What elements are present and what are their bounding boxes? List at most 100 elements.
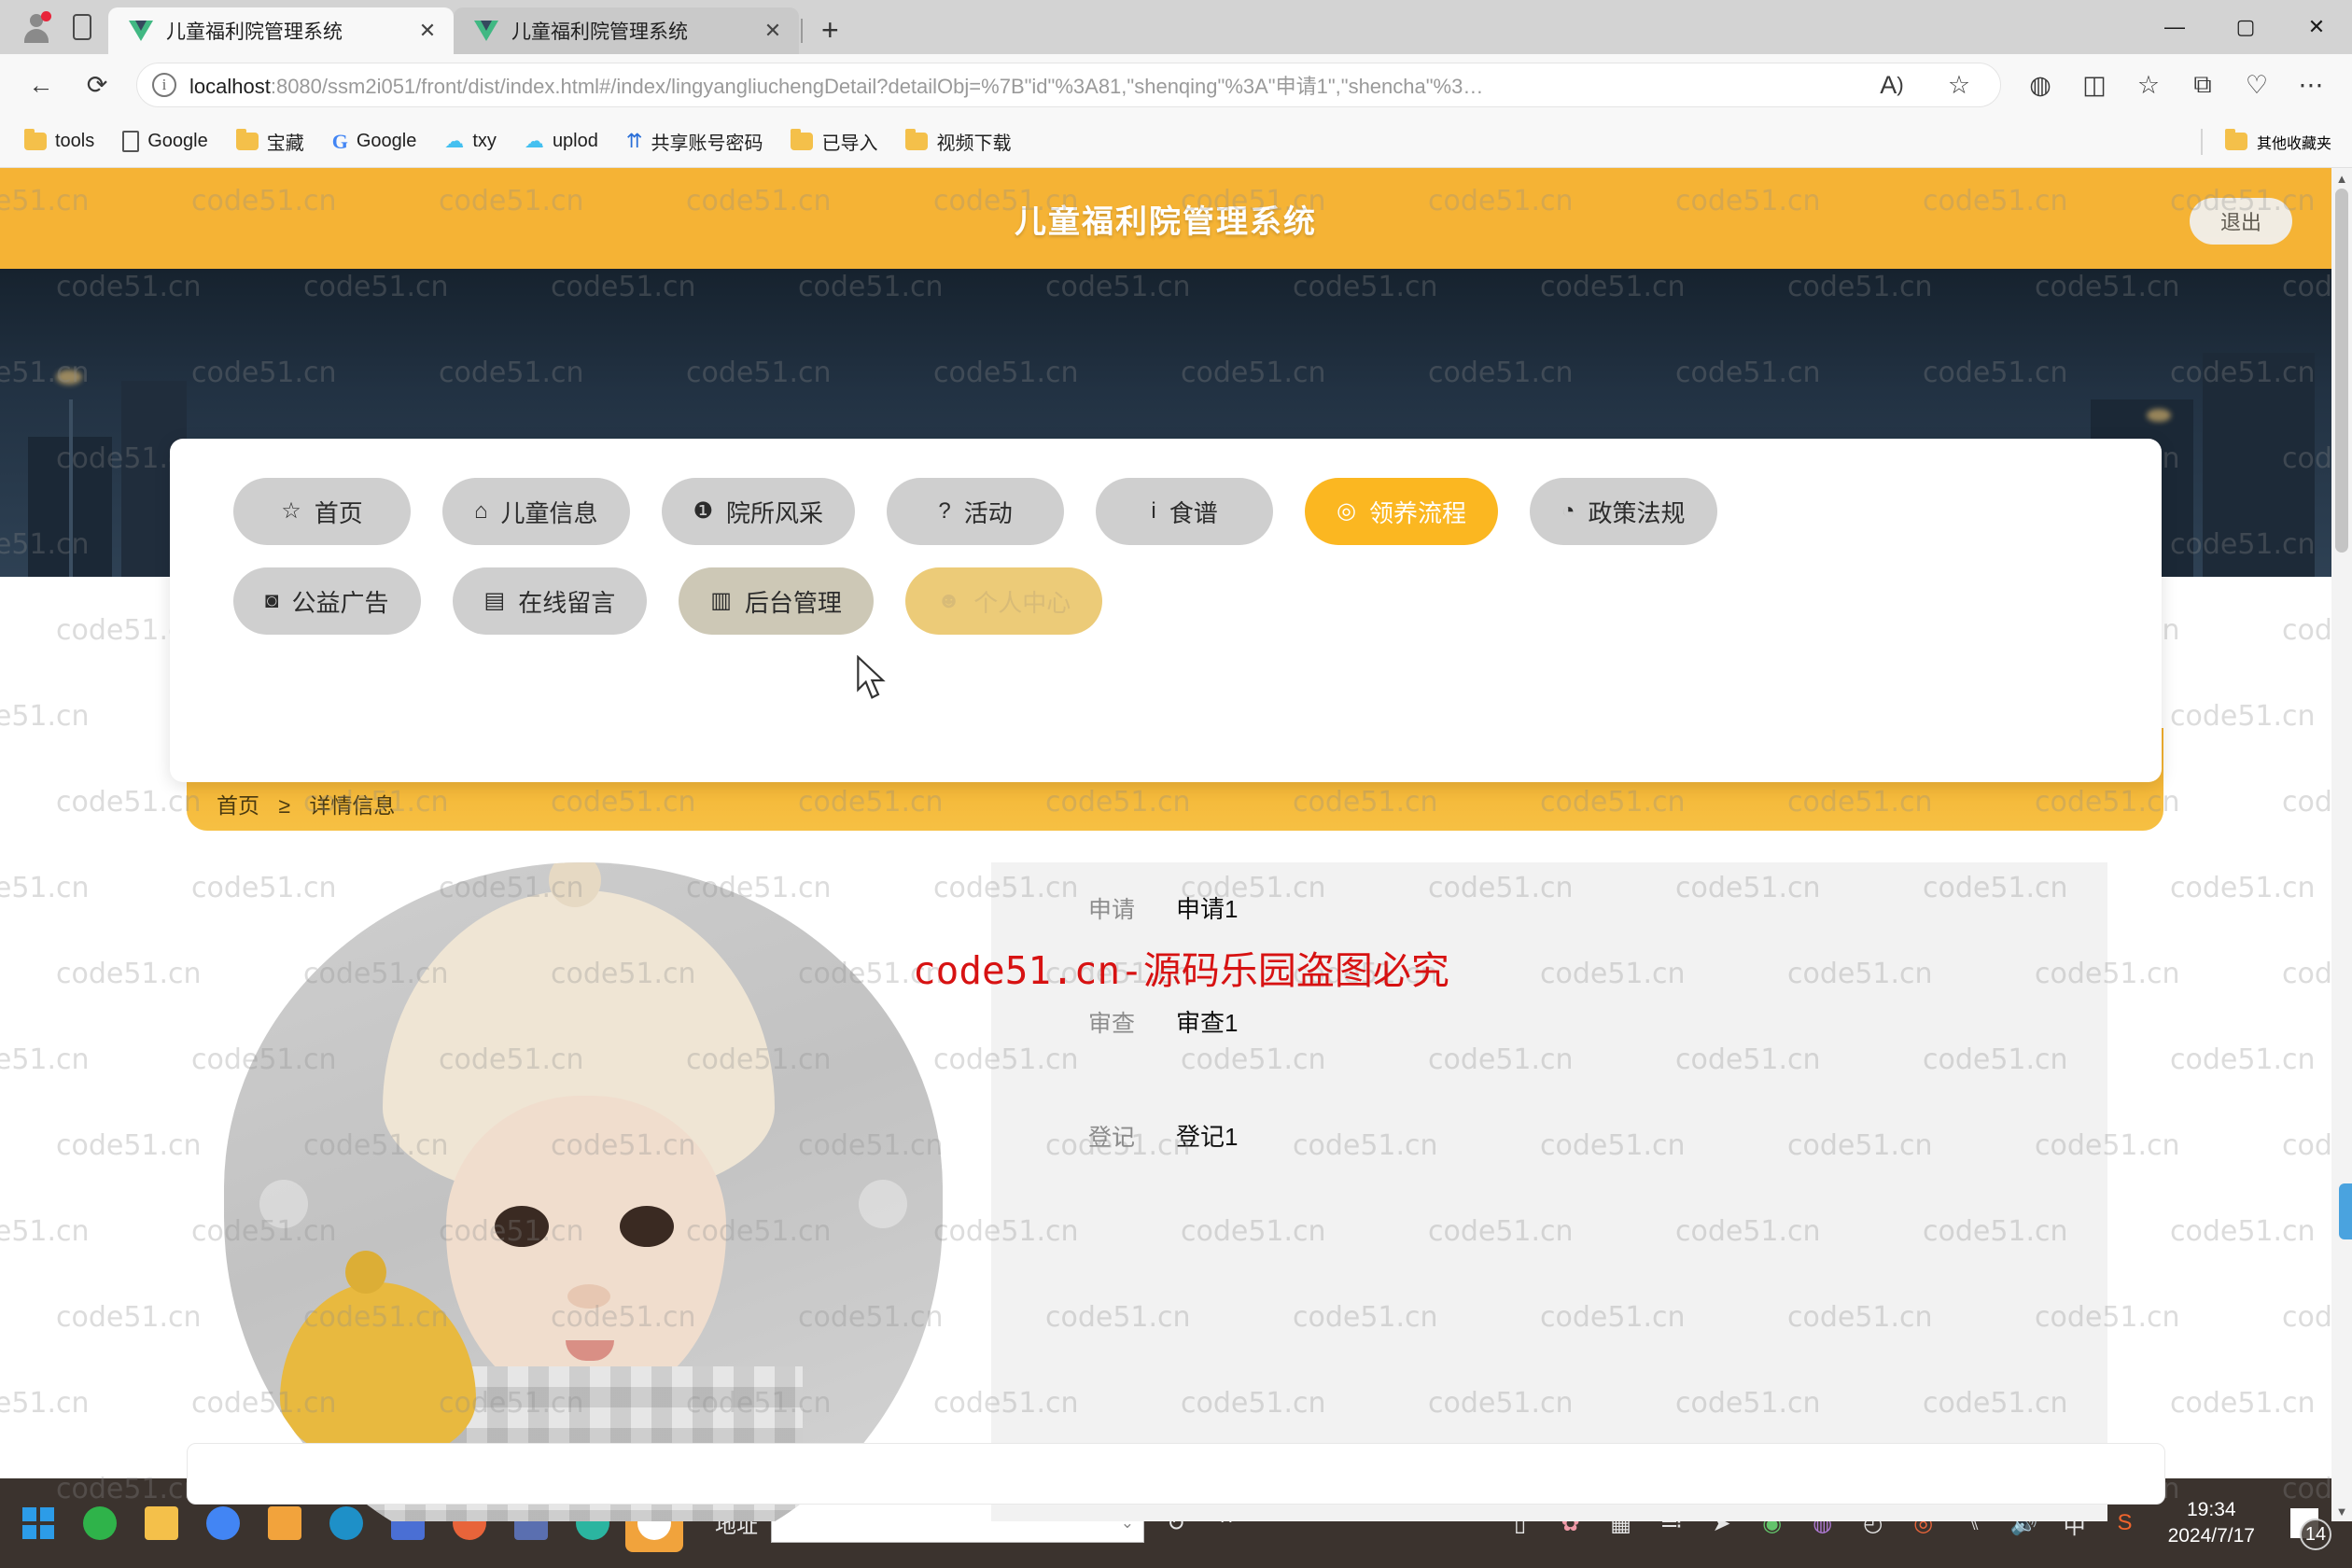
bookmark-label: 视频下载: [936, 128, 1011, 155]
toolbar-right-icons: ◍ ◫ ☆ ⧉ ♡ ⋯: [2014, 59, 2337, 111]
nav-item-policy[interactable]: ◔ 政策法规: [1530, 478, 1717, 545]
tab-1[interactable]: 儿童福利院管理系统 ✕: [454, 7, 799, 54]
address-bar[interactable]: i localhost:8080/ssm2i051/front/dist/ind…: [136, 63, 2001, 107]
mouse-cursor: [855, 655, 892, 706]
profile-area[interactable]: [11, 11, 108, 54]
copilot-icon[interactable]: ◍: [2014, 59, 2066, 111]
bookmark-label: 共享账号密码: [651, 128, 763, 155]
share-icon: ⇈: [626, 130, 643, 153]
field-label: 登记: [1088, 1119, 1176, 1153]
clock-icon: ◔: [1561, 500, 1575, 523]
other-bookmarks-label[interactable]: 其他收藏夹: [2257, 131, 2331, 153]
browser-essentials-icon[interactable]: ♡: [2231, 59, 2283, 111]
vue-favicon-icon: [474, 21, 498, 41]
nav-item-activity[interactable]: ? 活动: [887, 478, 1064, 545]
read-aloud-icon[interactable]: A): [1866, 59, 1918, 111]
nav-label: 后台管理: [745, 584, 842, 619]
bookmarks-right: 其他收藏夹: [2201, 129, 2339, 155]
breadcrumb-home[interactable]: 首页: [217, 793, 259, 818]
minimize-button[interactable]: —: [2139, 0, 2210, 54]
bottom-panel: [187, 1443, 2165, 1505]
nav-item-recipe[interactable]: i食谱: [1096, 478, 1273, 545]
bookmark-txy[interactable]: ☁txy: [433, 124, 508, 159]
admin-icon: ▥: [710, 590, 732, 612]
scrollbar-thumb[interactable]: [2335, 189, 2348, 553]
star-icon: ☆: [281, 500, 301, 523]
nav-item-admin[interactable]: ▥ 后台管理: [679, 567, 874, 635]
scroll-up-arrow[interactable]: ▲: [2331, 168, 2352, 189]
photo-nav-dot-left: [259, 1180, 308, 1228]
exclamation-icon: ❶: [693, 500, 714, 523]
url-text: localhost:8080/ssm2i051/front/dist/index…: [189, 70, 1483, 100]
detail-photo-wrap: [224, 862, 943, 1521]
nav-item-institution[interactable]: ❶院所风采: [662, 478, 856, 545]
question-icon: ?: [938, 500, 950, 523]
tab-close-icon[interactable]: ✕: [414, 19, 441, 43]
camera-icon: ◙: [265, 590, 279, 612]
bookmark-label: Google: [357, 131, 417, 152]
back-icon[interactable]: ←: [15, 59, 67, 111]
page-title: 儿童福利院管理系统: [1015, 196, 1317, 242]
clock-date: 2024/7/17: [2168, 1523, 2255, 1549]
nav-row-secondary: ◙公益广告 ▤ 在线留言 ▥ 后台管理 ☻个人中心: [233, 567, 2098, 635]
nav-label: 儿童信息: [501, 495, 598, 529]
vertical-tabs-icon[interactable]: [73, 14, 91, 40]
detail-content: 申请 申请1 审查 审查1 登记 登记1: [0, 833, 2331, 1521]
target-icon: ◎: [1337, 500, 1356, 523]
site-info-icon[interactable]: i: [152, 73, 176, 97]
bookmark-uplod[interactable]: ☁uplod: [513, 124, 609, 159]
nav-item-online-message[interactable]: ▤ 在线留言: [453, 567, 648, 635]
bookmark-baozang[interactable]: 宝藏: [225, 122, 315, 161]
document-icon: [122, 131, 139, 152]
bookmarks-bar: tools Google 宝藏 GGoogle ☁txy ☁uplod ⇈共享账…: [0, 116, 2352, 168]
browser-toolbar: ← ⟳ i localhost:8080/ssm2i051/front/dist…: [0, 54, 2352, 116]
maximize-button[interactable]: ▢: [2210, 0, 2281, 54]
collections-icon[interactable]: ☆: [2122, 59, 2175, 111]
reload-icon[interactable]: ⟳: [71, 59, 123, 111]
bookmark-label: uplod: [553, 131, 598, 152]
settings-more-icon[interactable]: ⋯: [2285, 59, 2337, 111]
main-nav-card: ☆ 首页 ⌂儿童信息 ❶院所风采 ? 活动 i食谱 ◎领养流程 ◔ 政策法规 ◙公益广…: [170, 439, 2162, 782]
detail-row-register: 登记 登记1: [991, 1118, 2107, 1232]
folder-icon: [24, 133, 47, 150]
nav-item-public-ad[interactable]: ◙公益广告: [233, 567, 421, 635]
bookmark-shared-passwords[interactable]: ⇈ 共享账号密码: [615, 122, 775, 161]
favorite-star-icon[interactable]: ☆: [1933, 59, 1985, 111]
tab-close-icon[interactable]: ✕: [760, 19, 786, 43]
nav-label: 食谱: [1169, 495, 1218, 529]
folder-icon: [236, 133, 259, 150]
new-tab-button[interactable]: +: [805, 15, 856, 54]
tab-divider: [801, 19, 803, 43]
nav-item-adoption-process[interactable]: ◎领养流程: [1305, 478, 1498, 545]
breadcrumb: 首页 ≥ 详情信息: [217, 788, 395, 819]
bookmark-google[interactable]: GGoogle: [321, 124, 428, 160]
profile-avatar-icon[interactable]: [21, 11, 52, 43]
field-value: 申请1: [1176, 890, 1238, 925]
bookmark-imported[interactable]: 已导入: [779, 122, 889, 161]
favorites-bar-icon[interactable]: ⧉: [2177, 59, 2229, 111]
bookmark-video-download[interactable]: 视频下载: [894, 122, 1022, 161]
cloud-icon: ☁: [444, 130, 464, 153]
bookmarks-divider: [2201, 129, 2203, 155]
tab-0[interactable]: 儿童福利院管理系统 ✕: [108, 7, 454, 54]
bookmark-label: Google: [147, 131, 208, 152]
page-scrollbar[interactable]: ▲ ▼: [2331, 168, 2352, 1521]
nav-item-children-info[interactable]: ⌂儿童信息: [442, 478, 630, 545]
split-screen-icon[interactable]: ◫: [2068, 59, 2121, 111]
page-viewport: code51.cncode51.cncode51.cncode51.cncode…: [0, 168, 2352, 1521]
nav-item-user-center[interactable]: ☻个人中心: [905, 567, 1102, 635]
scroll-down-arrow[interactable]: ▼: [2331, 1501, 2352, 1521]
logout-button[interactable]: 退出: [2190, 198, 2292, 245]
side-widget-tab[interactable]: [2339, 1183, 2352, 1239]
close-window-button[interactable]: ✕: [2281, 0, 2352, 54]
nav-label: 政策法规: [1589, 495, 1686, 529]
nav-label: 活动: [964, 495, 1013, 529]
watermark-text: code51.cn: [2282, 614, 2331, 647]
bookmark-google-doc[interactable]: Google: [111, 125, 219, 158]
nav-label: 首页: [315, 495, 363, 529]
video-icon: ▤: [484, 590, 506, 612]
nav-label: 在线留言: [518, 584, 615, 619]
nav-item-home[interactable]: ☆ 首页: [233, 478, 411, 545]
bookmark-tools[interactable]: tools: [13, 125, 105, 158]
url-path: :8080/ssm2i051/front/dist/index.html#/in…: [271, 75, 1484, 98]
